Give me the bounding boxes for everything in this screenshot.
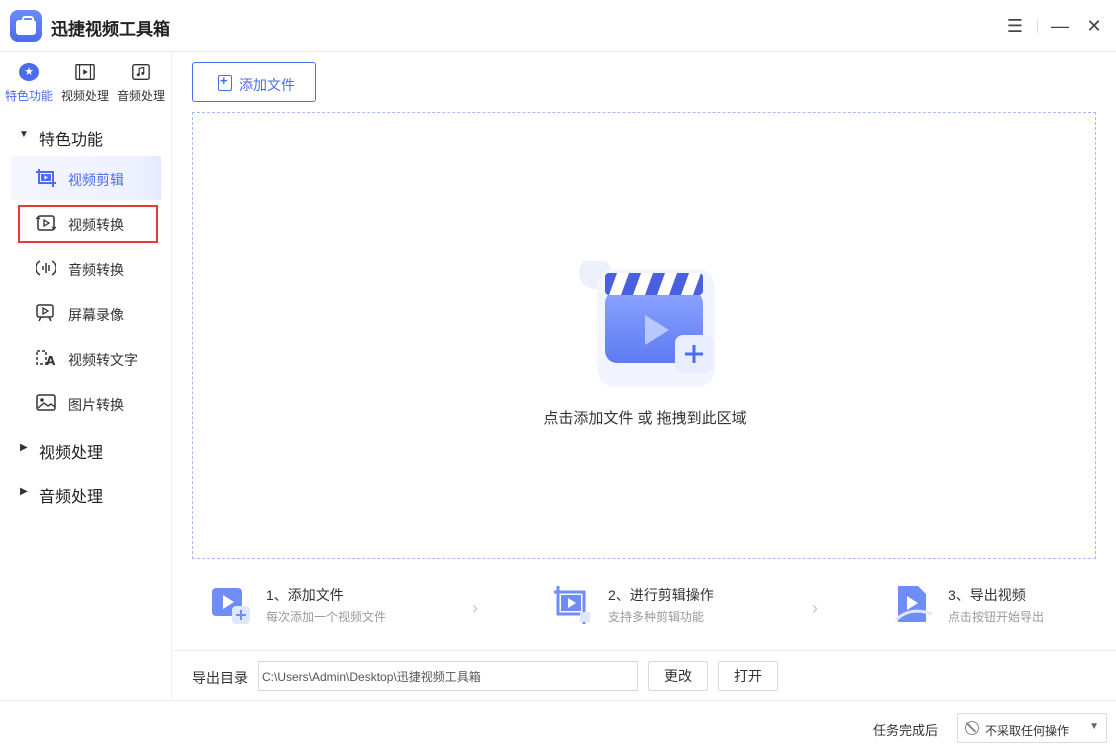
sidebar-item-label: 视频转换	[68, 217, 124, 233]
audio-wave-icon	[36, 260, 56, 276]
ban-icon	[965, 721, 979, 735]
section-featured[interactable]: ▼ 特色功能	[0, 120, 172, 150]
workflow-steps: 1、添加文件 每次添加一个视频文件 › 2、进行剪辑操作 支持多种剪辑功能 › …	[192, 570, 1096, 648]
after-task-value: 不采取任何操作	[985, 724, 1070, 738]
step-subtitle: 点击按钮开始导出	[948, 610, 1045, 624]
music-note-icon	[132, 64, 150, 80]
step-title: 1、添加文件	[266, 587, 344, 603]
caret-right-icon: ▶	[20, 442, 28, 453]
sidebar-item-label: 视频剪辑	[68, 172, 124, 188]
caret-down-icon: ▼	[19, 129, 29, 140]
step-subtitle: 每次添加一个视频文件	[266, 610, 387, 624]
file-drop-zone[interactable]: 点击添加文件 或 拖拽到此区域	[192, 112, 1096, 559]
video-convert-icon	[36, 215, 56, 231]
tab-video-processing-label: 视频处理	[60, 89, 109, 103]
app-logo-icon	[10, 10, 42, 42]
app-title: 迅捷视频工具箱	[51, 20, 170, 39]
sidebar-item-video-to-text[interactable]: A 视频转文字	[11, 336, 161, 380]
after-task-label: 任务完成后	[873, 723, 939, 738]
status-bar: 任务完成后 不采取任何操作 ▼	[0, 700, 1116, 749]
section-video-processing-label: 视频处理	[39, 445, 104, 462]
sidebar-item-audio-convert[interactable]: 音频转换	[11, 246, 161, 290]
chevron-right-icon: ›	[472, 598, 478, 618]
video-crop-icon	[36, 169, 56, 187]
export-path-input[interactable]	[258, 661, 638, 691]
step-title: 3、导出视频	[948, 587, 1026, 603]
add-file-label: 添加文件	[239, 77, 295, 93]
star-icon: ★	[19, 63, 39, 81]
sidebar-item-image-convert[interactable]: 图片转换	[11, 381, 161, 425]
change-directory-button[interactable]: 更改	[648, 661, 708, 691]
minimize-button[interactable]: —	[1048, 14, 1072, 38]
tab-featured[interactable]: ★ 特色功能	[1, 60, 57, 106]
chevron-down-icon: ▼	[1089, 721, 1099, 732]
edit-video-icon	[554, 586, 590, 624]
image-icon	[36, 394, 56, 411]
tab-audio-processing-label: 音频处理	[116, 89, 165, 103]
film-icon	[75, 64, 95, 80]
sidebar: ★ 特色功能 视频处理 音频处理 ▼ 特色功能 视频剪辑 视频转换 音频转换 屏…	[0, 52, 172, 700]
screen-record-icon	[36, 304, 54, 322]
step-subtitle: 支持多种剪辑功能	[608, 610, 705, 624]
section-video-processing[interactable]: ▶ 视频处理	[0, 433, 172, 463]
tab-audio-processing[interactable]: 音频处理	[113, 60, 169, 106]
export-directory-label: 导出目录	[192, 670, 248, 686]
add-file-button[interactable]: 添加文件	[192, 62, 316, 102]
video-clapper-illustration	[579, 261, 715, 387]
window-controls-divider	[1037, 19, 1038, 33]
title-bar: 迅捷视频工具箱 ☰ — ✕	[0, 0, 1116, 52]
add-file-icon	[218, 73, 232, 91]
sidebar-item-label: 屏幕录像	[68, 307, 124, 323]
drop-zone-instruction: 点击添加文件 或 拖拽到此区域	[543, 410, 747, 427]
sidebar-item-label: 视频转文字	[68, 352, 138, 368]
caret-right-icon: ▶	[20, 486, 28, 497]
after-task-select[interactable]: 不采取任何操作 ▼	[957, 713, 1107, 743]
chevron-right-icon: ›	[812, 598, 818, 618]
svg-text:A: A	[46, 354, 56, 367]
export-video-icon	[894, 586, 933, 622]
add-video-icon	[212, 588, 250, 624]
sidebar-item-label: 音频转换	[68, 262, 124, 278]
sidebar-item-video-convert[interactable]: 视频转换	[11, 201, 161, 245]
open-directory-button[interactable]: 打开	[718, 661, 778, 691]
section-audio-processing-label: 音频处理	[39, 489, 104, 506]
video-to-text-icon: A	[36, 350, 56, 367]
sidebar-item-video-edit[interactable]: 视频剪辑	[11, 156, 161, 200]
sidebar-item-label: 图片转换	[68, 397, 124, 413]
sidebar-item-screen-record[interactable]: 屏幕录像	[11, 291, 161, 335]
tab-featured-label: 特色功能	[4, 89, 53, 103]
category-tabs: ★ 特色功能 视频处理 音频处理	[0, 60, 172, 108]
step-title: 2、进行剪辑操作	[608, 587, 714, 603]
close-button[interactable]: ✕	[1082, 14, 1106, 38]
main-panel: 添加文件 点击添加文件 或 拖拽到此区域 1、添加文件 每次添加一个视频文件	[172, 52, 1116, 700]
menu-icon[interactable]: ☰	[1003, 14, 1027, 38]
section-audio-processing[interactable]: ▶ 音频处理	[0, 477, 172, 507]
tab-video-processing[interactable]: 视频处理	[57, 60, 113, 106]
section-featured-label: 特色功能	[39, 132, 104, 149]
export-directory-row: 导出目录 更改 打开	[172, 650, 1116, 700]
